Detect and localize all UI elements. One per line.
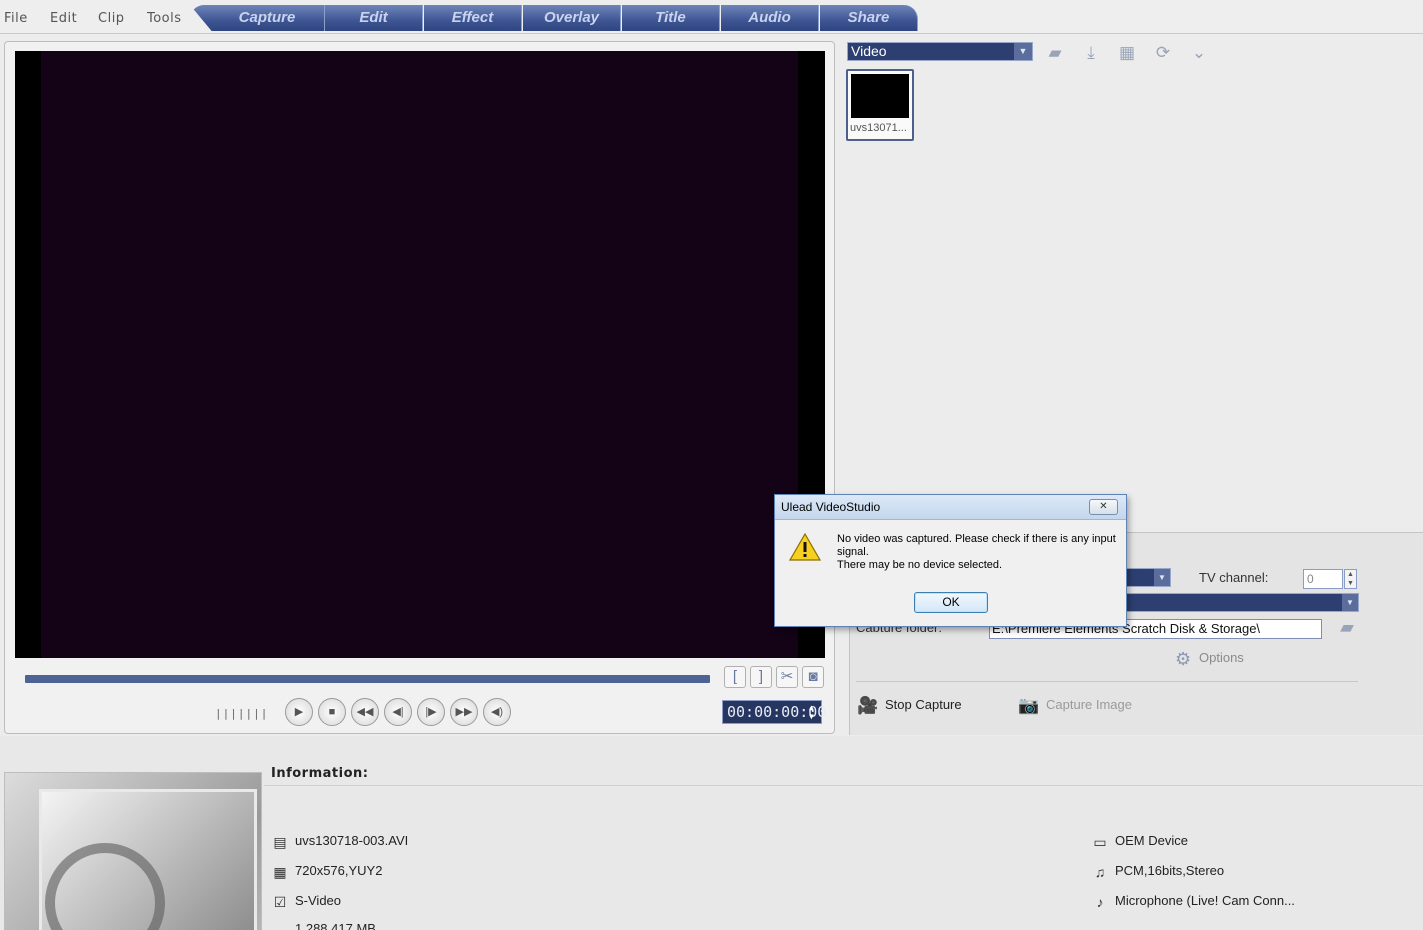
rewind-button[interactable]: ◀◀ xyxy=(351,698,379,726)
timecode-field[interactable]: 00:00:00:00 ▲ ▼ xyxy=(722,700,826,724)
menu-edit[interactable]: Edit xyxy=(50,11,77,26)
import-icon[interactable]: ⤓ xyxy=(1078,42,1104,64)
step-forward-button[interactable]: |▶ xyxy=(417,698,445,726)
tab-effect[interactable]: Effect xyxy=(424,5,522,31)
browse-folder-icon[interactable]: ▰ xyxy=(1334,616,1360,638)
mark-in-button[interactable]: [ xyxy=(724,666,746,688)
camcorder-icon: 🎥 xyxy=(857,695,879,715)
enlarge-icon: ◙ xyxy=(808,668,818,685)
video-preview[interactable] xyxy=(15,51,825,658)
library-category-select[interactable]: Video ▼ xyxy=(847,42,1033,61)
capture-image-button[interactable]: 📷 Capture Image xyxy=(1018,692,1132,718)
library-clip-thumbnail[interactable]: uvs13071... xyxy=(846,69,914,141)
info-audio-device: ♪ Microphone (Live! Cam Conn... xyxy=(1090,891,1295,911)
stop-capture-button[interactable]: 🎥 Stop Capture xyxy=(857,692,962,718)
refresh-icon[interactable]: ⟳ xyxy=(1150,42,1176,64)
stop-icon: ■ xyxy=(328,706,336,718)
monitor-icon: ▭ xyxy=(1093,833,1107,850)
music-note-icon: ♫ xyxy=(1094,863,1106,880)
tv-channel-label: TV channel: xyxy=(1199,570,1269,585)
gear-icon: ⚙ xyxy=(1175,648,1192,669)
dialog-message-line1: No video was captured. Please check if t… xyxy=(837,533,1116,558)
fast-forward-icon: ▶▶ xyxy=(455,706,473,718)
rewind-icon: ◀◀ xyxy=(356,706,374,718)
scrub-bar[interactable] xyxy=(25,675,710,683)
film-icon: ▤ xyxy=(273,833,287,850)
info-source: ☑ S-Video xyxy=(270,891,341,911)
clip-preview-image xyxy=(851,74,909,118)
tab-title[interactable]: Title xyxy=(622,5,720,31)
menu-file[interactable]: File xyxy=(4,11,28,26)
fullscreen-button[interactable]: ◙ xyxy=(802,666,824,688)
menu-tools[interactable]: Tools xyxy=(147,11,182,26)
info-device: ▭ OEM Device xyxy=(1090,831,1188,851)
capture-format-select[interactable]: ▼ xyxy=(1125,593,1359,612)
play-icon: ▶ xyxy=(294,706,304,718)
tv-channel-spinner[interactable]: ▲ ▼ xyxy=(1344,569,1357,589)
clip-label: uvs13071... xyxy=(850,122,907,134)
dialog-titlebar[interactable]: Ulead VideoStudio ✕ xyxy=(775,495,1126,520)
camera-icon: 📷 xyxy=(1018,695,1040,715)
dialog-message: No video was captured. Please check if t… xyxy=(837,533,1117,572)
video-info-icon: ▦ xyxy=(273,863,287,880)
options-label: Options xyxy=(1199,650,1244,665)
tv-channel-input[interactable]: 0 xyxy=(1303,569,1343,589)
library-manager-icon[interactable]: ▦ xyxy=(1114,42,1140,64)
divider xyxy=(264,785,1423,786)
expand-options-icon[interactable]: ⌄ xyxy=(1186,42,1212,64)
tab-overlay[interactable]: Overlay xyxy=(523,5,621,31)
dialog-title: Ulead VideoStudio xyxy=(781,500,881,514)
step-tabs: Capture Edit Effect Overlay Title Audio … xyxy=(190,5,930,31)
ok-button[interactable]: OK xyxy=(914,592,988,613)
timecode-spinner-icon[interactable]: ▲ ▼ xyxy=(809,703,819,721)
disk-icon: ▬ xyxy=(273,921,287,930)
capture-image-label: Capture Image xyxy=(1046,697,1132,712)
tab-capture[interactable]: Capture xyxy=(190,5,325,31)
info-disk-space: ▬ 1,288,417 MB xyxy=(270,919,376,930)
video-image xyxy=(41,51,798,658)
cut-button[interactable]: ✂ xyxy=(776,666,798,688)
dialog-message-line2: There may be no device selected. xyxy=(837,559,1003,571)
step-back-button[interactable]: ◀| xyxy=(384,698,412,726)
information-title: Information: xyxy=(271,766,369,781)
library-category-value: Video xyxy=(851,43,887,59)
mark-out-button[interactable]: ] xyxy=(750,666,772,688)
jog-wheel[interactable]: ||||||| xyxy=(215,707,268,720)
divider xyxy=(856,681,1358,682)
menu-clip[interactable]: Clip xyxy=(98,11,125,26)
speaker-icon: ◀) xyxy=(490,706,504,718)
tab-edit[interactable]: Edit xyxy=(325,5,423,31)
open-folder-icon[interactable]: ▰ xyxy=(1042,42,1068,64)
play-button[interactable]: ▶ xyxy=(285,698,313,726)
step-forward-icon: |▶ xyxy=(425,706,437,718)
tab-audio[interactable]: Audio xyxy=(721,5,819,31)
step-back-icon: ◀| xyxy=(392,706,404,718)
dialog-close-button[interactable]: ✕ xyxy=(1089,499,1118,515)
chevron-down-icon: ▼ xyxy=(1342,594,1358,611)
stop-capture-label: Stop Capture xyxy=(885,697,962,712)
preview-panel: [ ] ✂ ◙ ||||||| ▶ ■ ◀◀ ◀| |▶ ▶▶ ◀) 00:00… xyxy=(4,41,835,734)
stop-button[interactable]: ■ xyxy=(318,698,346,726)
audio-device-icon: ♪ xyxy=(1096,893,1104,910)
fast-forward-button[interactable]: ▶▶ xyxy=(450,698,478,726)
info-filename: ▤ uvs130718-003.AVI xyxy=(270,831,408,851)
capture-illustration xyxy=(4,772,262,930)
checkbox-icon: ☑ xyxy=(273,893,287,910)
info-audio-format: ♫ PCM,16bits,Stereo xyxy=(1090,861,1224,881)
close-icon: ✕ xyxy=(1099,501,1108,512)
volume-button[interactable]: ◀) xyxy=(483,698,511,726)
warning-icon xyxy=(789,533,821,561)
tab-share[interactable]: Share xyxy=(820,5,918,31)
menubar: File Edit Clip Tools Capture Edit Effect… xyxy=(0,0,1423,34)
chevron-down-icon: ▼ xyxy=(1154,569,1170,586)
chevron-down-icon: ▼ xyxy=(1014,43,1032,60)
options-button[interactable]: ⚙ Options xyxy=(1175,646,1244,670)
error-dialog: Ulead VideoStudio ✕ No video was capture… xyxy=(774,494,1127,627)
source-select[interactable]: ▼ xyxy=(1125,568,1171,587)
scissors-icon: ✂ xyxy=(780,668,794,685)
info-format: ▦ 720x576,YUY2 xyxy=(270,861,382,881)
